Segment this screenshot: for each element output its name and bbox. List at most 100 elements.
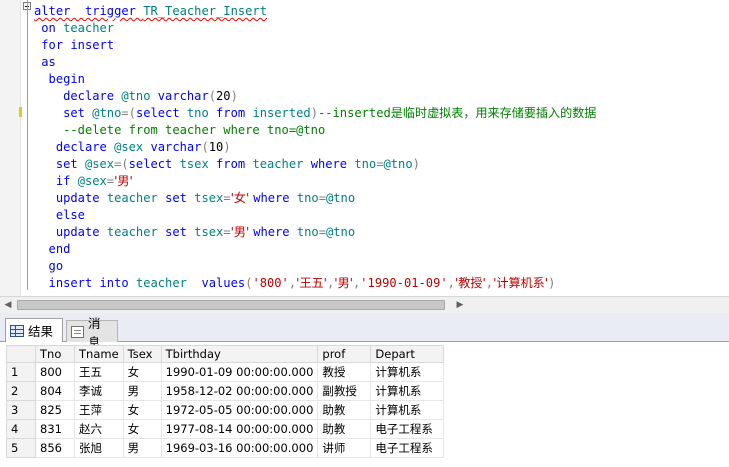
grid-cell-tbirthday[interactable]: 1972-05-05 00:00:00.000 (160, 400, 319, 420)
code-token: where (253, 225, 297, 239)
code-token: '女' (230, 191, 254, 205)
scroll-left-icon[interactable]: ◀ (0, 297, 16, 313)
grid-cell-tbirthday[interactable]: 1969-03-16 00:00:00.000 (160, 438, 319, 458)
code-token: set (34, 157, 85, 171)
table-row[interactable]: 5 856 张旭男 1969-03-16 00:00:00.000 讲师 电子工程系 (6, 438, 445, 458)
code-token: '男' (114, 174, 133, 188)
code-token: alter trigger (34, 4, 144, 18)
grid-cell-prof[interactable]: 助教 (317, 400, 372, 420)
code-token: teacher (106, 225, 166, 239)
code-line[interactable]: else (34, 207, 729, 224)
code-area[interactable]: alter trigger TR_Teacher_Insert on teach… (34, 3, 729, 292)
code-token: from (216, 106, 253, 120)
code-line[interactable]: end (34, 241, 729, 258)
code-token: on (34, 21, 64, 35)
code-token: '男' (334, 276, 353, 290)
code-line[interactable]: insert into teacher values('800','王五','男… (34, 275, 729, 292)
grid-cell-depart[interactable]: 计算机系 (370, 381, 445, 401)
grid-cell-tname[interactable]: 李诚 (74, 381, 124, 401)
grid-cell-tname[interactable]: 张旭 (74, 438, 124, 458)
table-row[interactable]: 3 825 王萍女 1972-05-05 00:00:00.000 助教 计算机系 (6, 400, 445, 420)
row-number[interactable]: 3 (6, 400, 36, 420)
grid-cell-tbirthday[interactable]: 1990-01-09 00:00:00.000 (160, 362, 319, 382)
grid-cell-tbirthday[interactable]: 1977-08-14 00:00:00.000 (160, 419, 319, 439)
grid-cell-tno[interactable]: 804 (35, 381, 75, 401)
query-editor[interactable]: alter trigger TR_Teacher_Insert on teach… (0, 0, 729, 296)
row-number[interactable]: 5 (6, 438, 36, 458)
table-row[interactable]: 1 800 王五女 1990-01-09 00:00:00.000 教授 计算机系 (6, 362, 445, 382)
editor-gutter (0, 0, 21, 296)
row-number[interactable]: 4 (6, 419, 36, 439)
grid-cell-depart[interactable]: 电子工程系 (370, 438, 445, 458)
code-token: ) (412, 157, 420, 171)
code-token: '王五' (296, 276, 327, 290)
code-token: --delete from teacher where tno=@tno (34, 123, 326, 137)
code-line[interactable]: begin (34, 71, 729, 88)
column-header-depart[interactable]: Depart (370, 345, 445, 363)
code-token: set (165, 225, 195, 239)
code-line[interactable]: declare @sex varchar(10) (34, 139, 729, 156)
column-header-prof[interactable]: prof (317, 345, 372, 363)
column-header-tname[interactable]: Tname (74, 345, 124, 363)
grid-cell-prof[interactable]: 副教授 (317, 381, 372, 401)
grid-cell-prof[interactable]: 教授 (317, 362, 372, 382)
code-token: insert (34, 276, 100, 290)
grid-cell-tsex[interactable]: 女 (122, 362, 162, 382)
grid-cell-prof[interactable]: 讲师 (317, 438, 372, 458)
grid-icon (10, 324, 24, 337)
code-line[interactable]: for insert (34, 37, 729, 54)
code-line[interactable]: go (34, 258, 729, 275)
code-line[interactable]: alter trigger TR_Teacher_Insert (34, 3, 729, 20)
grid-header-row: Tno Tname Tsex Tbirthday prof Depart (6, 345, 445, 363)
code-line[interactable]: update teacher set tsex='男' where tno=@t… (34, 224, 729, 241)
code-token: as (34, 55, 56, 69)
grid-cell-tsex[interactable]: 女 (122, 419, 162, 439)
grid-cell-tbirthday[interactable]: 1958-12-02 00:00:00.000 (160, 381, 319, 401)
code-token: '教授' (454, 276, 486, 290)
grid-cell-tno[interactable]: 856 (35, 438, 75, 458)
code-token: tno (296, 225, 319, 239)
table-row[interactable]: 2 804 李诚男 1958-12-02 00:00:00.000 副教授 计算机系 (6, 381, 445, 401)
row-number[interactable]: 1 (6, 362, 36, 382)
grid-cell-tsex[interactable]: 男 (122, 381, 162, 401)
column-header-tno[interactable]: Tno (35, 345, 75, 363)
code-token: =( (114, 157, 129, 171)
code-line[interactable]: set @tno=(select tno from inserted)--ins… (34, 105, 729, 122)
results-grid[interactable]: Tno Tname Tsex Tbirthday prof Depart 1 80… (6, 345, 445, 458)
table-row[interactable]: 4 831 赵六女 1977-08-14 00:00:00.000 助教 电子工程系 (6, 419, 445, 439)
code-token: = (106, 174, 115, 188)
code-token: @tno (326, 191, 356, 205)
grid-cell-tname[interactable]: 王五 (74, 362, 124, 382)
code-line[interactable]: if @sex='男' (34, 173, 729, 190)
code-line[interactable]: update teacher set tsex='女' where tno=@t… (34, 190, 729, 207)
row-number[interactable]: 2 (6, 381, 36, 401)
code-line[interactable]: as (34, 54, 729, 71)
results-pane: 结果 消息 Tno Tname Tsex Tbirthday prof Depa… (0, 313, 729, 467)
scrollbar-thumb[interactable] (17, 300, 445, 310)
tab-messages[interactable]: 消息 (66, 316, 118, 350)
grid-cell-tsex[interactable]: 男 (122, 438, 162, 458)
grid-cell-depart[interactable]: 计算机系 (370, 400, 445, 420)
tab-results[interactable]: 结果 (5, 318, 63, 342)
column-header-tsex[interactable]: Tsex (122, 345, 162, 363)
code-line[interactable]: --delete from teacher where tno=@tno (34, 122, 729, 139)
grid-cell-tno[interactable]: 800 (35, 362, 75, 382)
editor-horizontal-scrollbar[interactable]: ◀ ▶ (0, 296, 729, 313)
column-header-tbirthday[interactable]: Tbirthday (160, 345, 319, 363)
code-line[interactable]: set @sex=(select tsex from teacher where… (34, 156, 729, 173)
code-token: 是临时虚拟表，用来存储要插入的数据 (390, 106, 597, 120)
grid-cell-tno[interactable]: 831 (35, 419, 75, 439)
grid-cell-tname[interactable]: 王萍 (74, 400, 124, 420)
code-line[interactable]: declare @tno varchar(20) (34, 88, 729, 105)
grid-cell-depart[interactable]: 计算机系 (370, 362, 445, 382)
code-token: values (201, 276, 246, 290)
code-token: @tno (92, 106, 122, 120)
code-token: @tno (383, 157, 413, 171)
grid-cell-prof[interactable]: 助教 (317, 419, 372, 439)
code-line[interactable]: on teacher (34, 20, 729, 37)
grid-cell-tsex[interactable]: 女 (122, 400, 162, 420)
grid-cell-depart[interactable]: 电子工程系 (370, 419, 445, 439)
grid-cell-tname[interactable]: 赵六 (74, 419, 124, 439)
scroll-right-icon[interactable]: ▶ (452, 297, 468, 313)
grid-cell-tno[interactable]: 825 (35, 400, 75, 420)
